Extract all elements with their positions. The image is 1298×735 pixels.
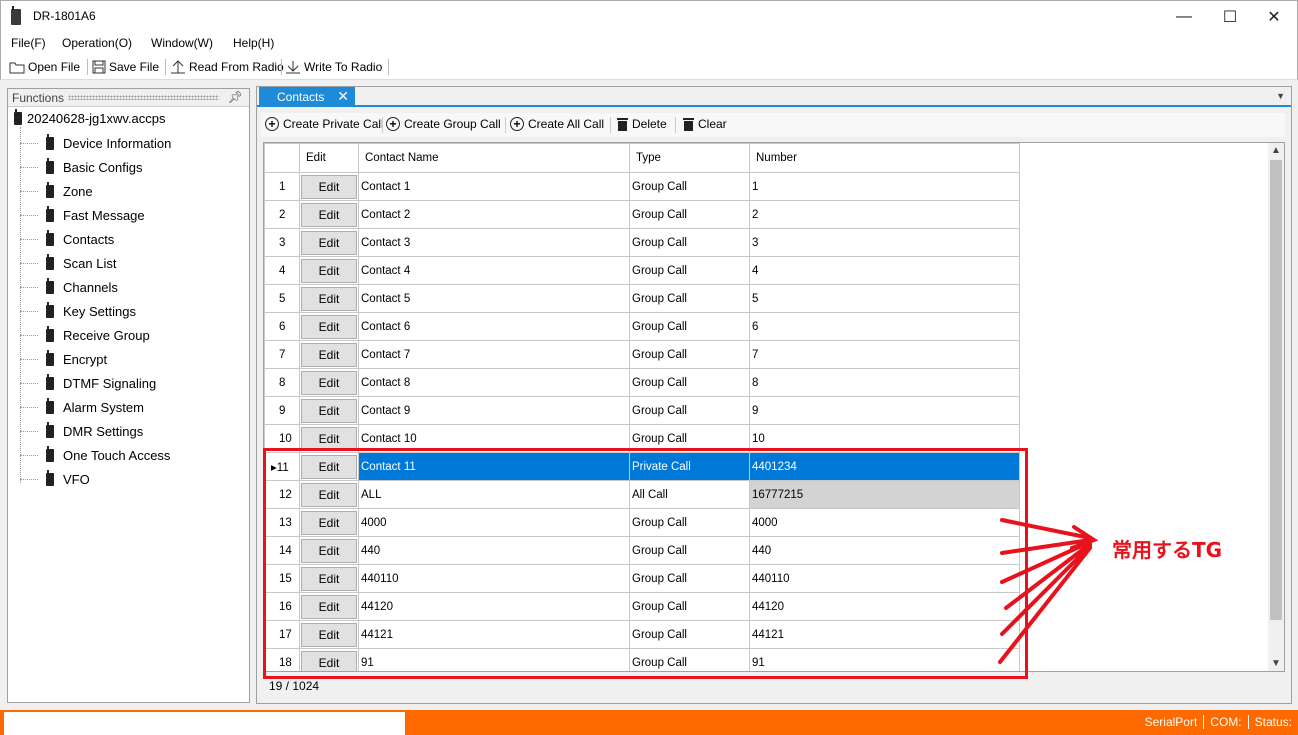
status-message-area xyxy=(4,712,405,735)
status-items: SerialPort COM: Status: xyxy=(1145,715,1292,729)
status-com: COM: xyxy=(1210,715,1242,729)
status-bar: SerialPort COM: Status: xyxy=(0,710,1298,735)
annotation-arrows xyxy=(998,518,1099,664)
annotation-arrow xyxy=(998,546,1092,664)
annotation-arrow xyxy=(1000,544,1092,636)
status-status: Status: xyxy=(1254,715,1292,729)
status-divider xyxy=(1203,715,1205,729)
status-divider xyxy=(1247,715,1249,729)
status-serialport: SerialPort xyxy=(1144,715,1198,729)
annotation-label: 常用するTG xyxy=(1112,538,1223,562)
